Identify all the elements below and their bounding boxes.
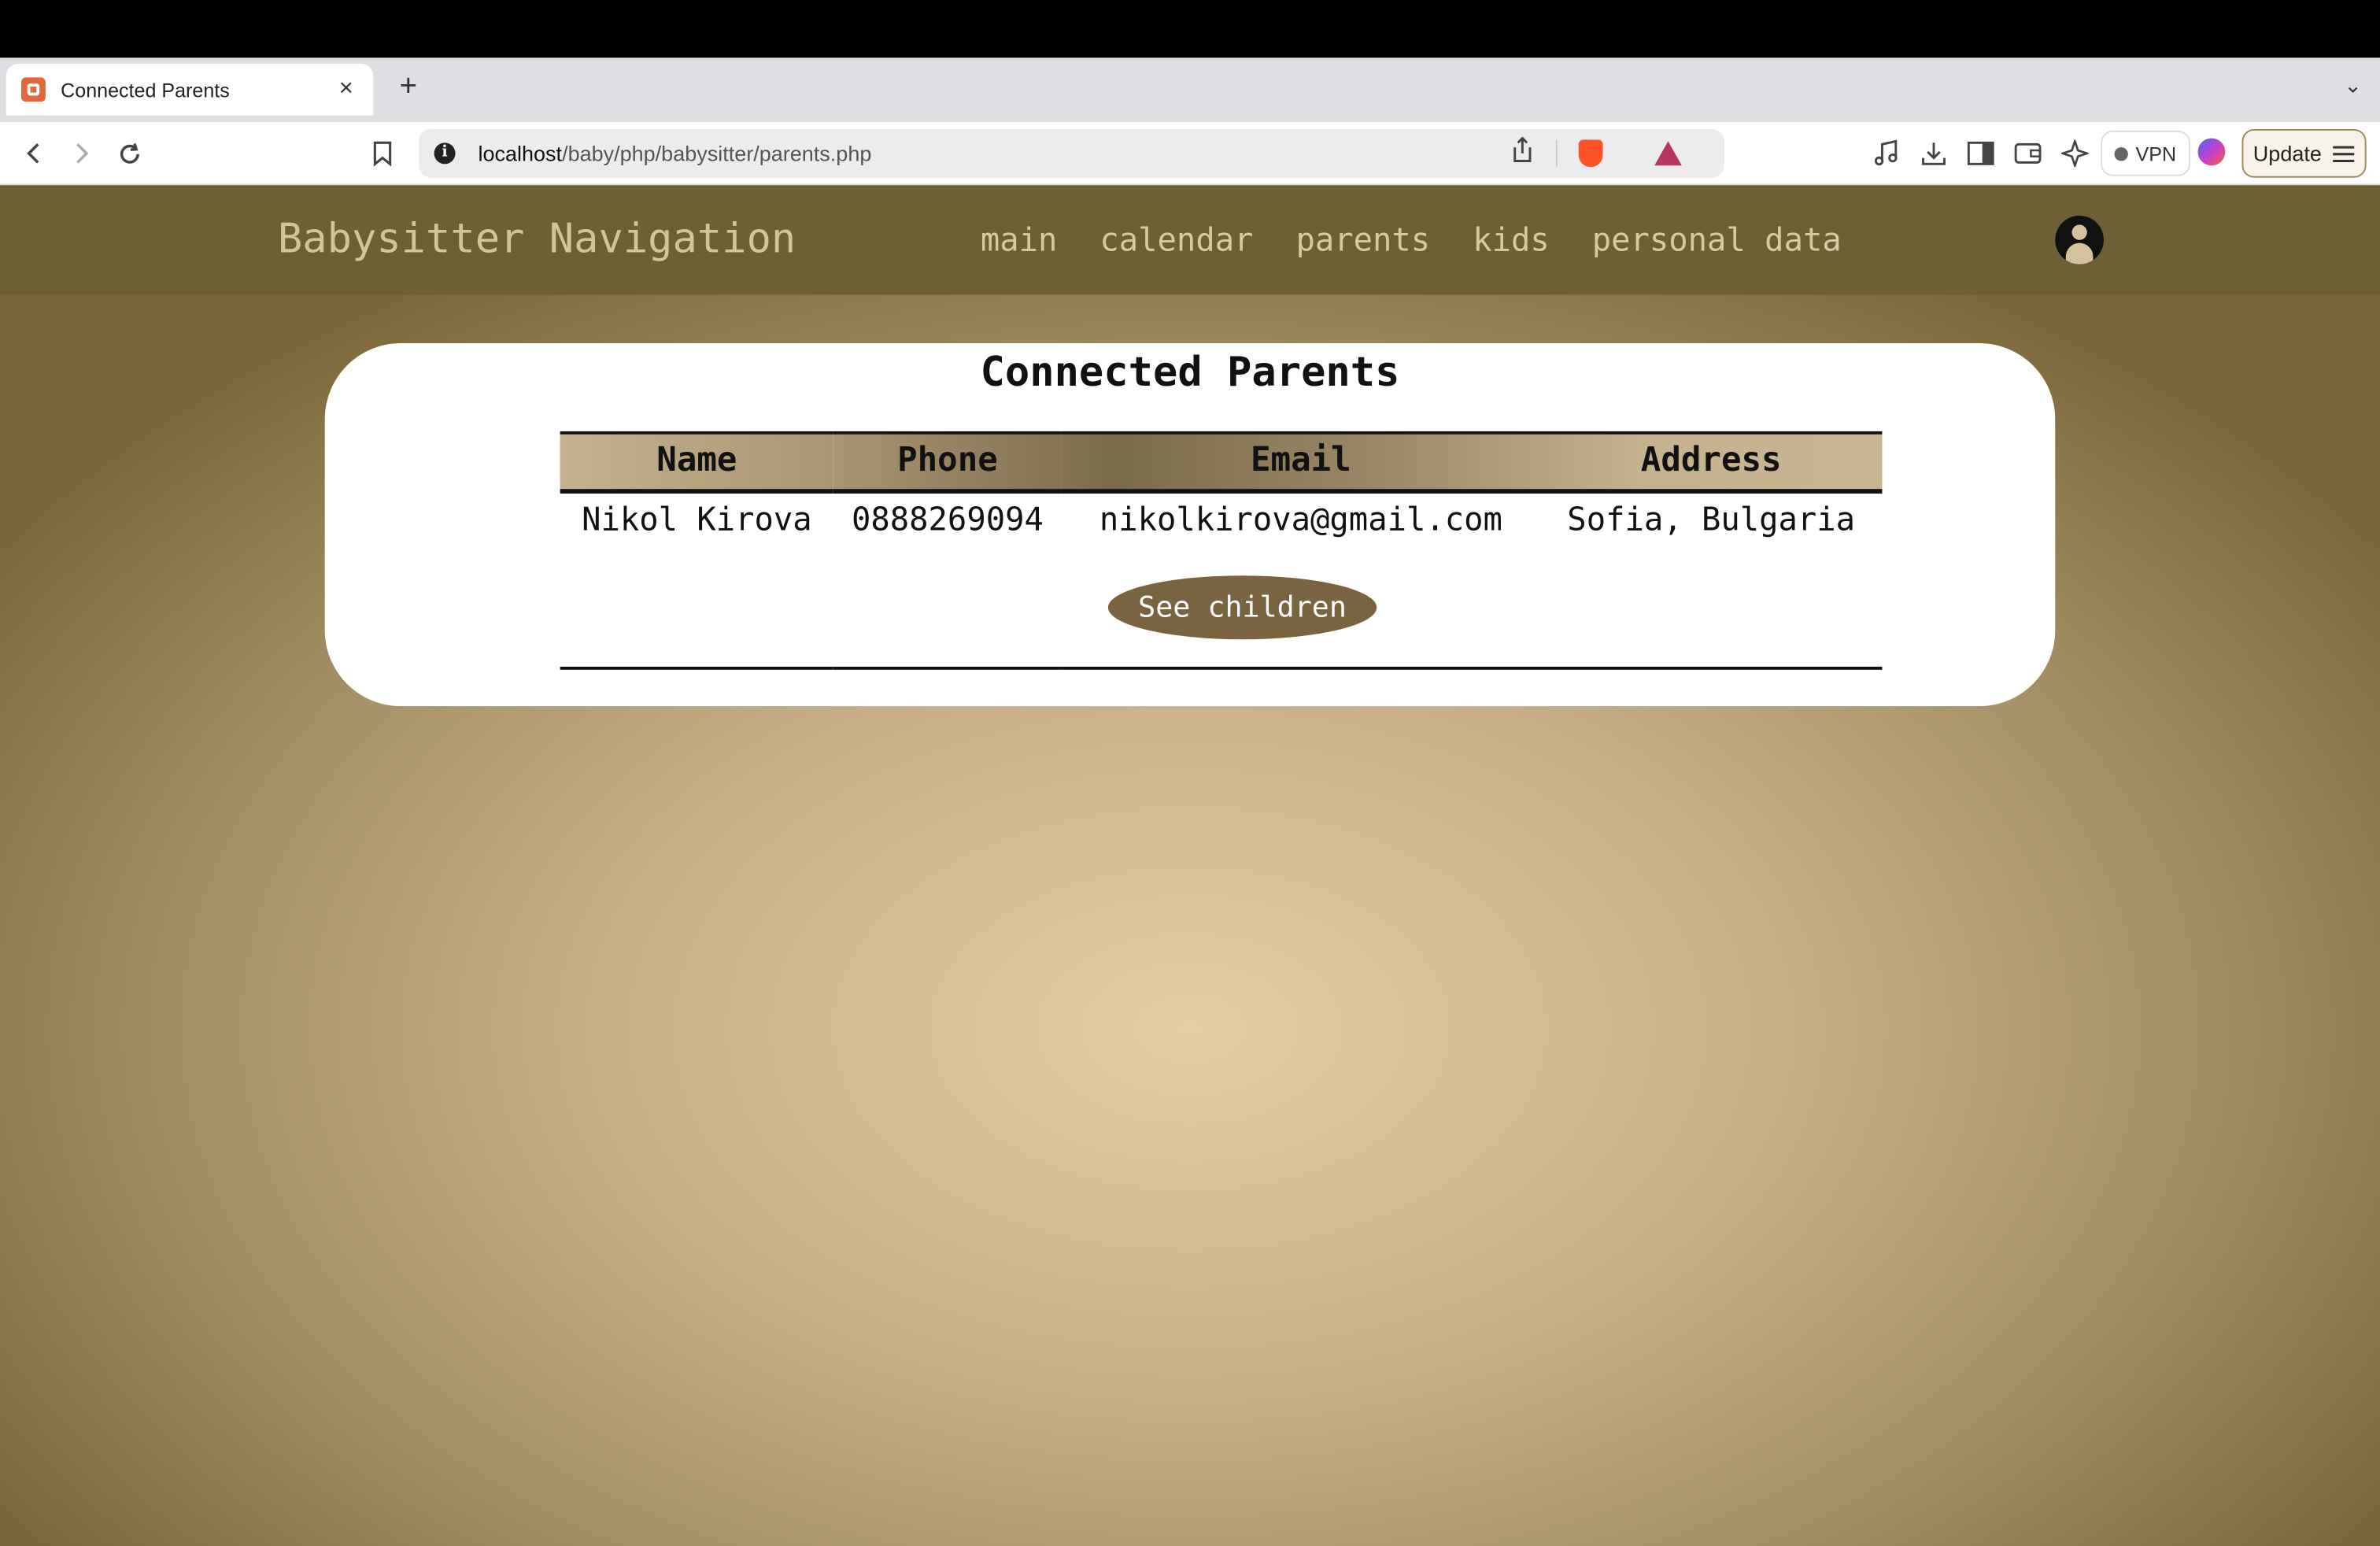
- sidebar-icon[interactable]: [1964, 137, 1998, 170]
- table-header-row: Name Phone Email Address: [560, 432, 1883, 491]
- parent-phone: 0888269094: [852, 501, 1044, 538]
- column-header-name: Name: [656, 442, 737, 481]
- tab-strip: Connected Parents × + ⌄: [0, 57, 2380, 122]
- navbar-brand[interactable]: Babysitter Navigation: [278, 216, 796, 263]
- url-host: localhost: [478, 141, 563, 166]
- avatar-head: [2071, 224, 2087, 240]
- profile-icon[interactable]: [2197, 138, 2226, 166]
- column-header-address: Address: [1640, 442, 1782, 481]
- update-label: Update: [2252, 141, 2322, 166]
- vpn-icon: [2114, 146, 2128, 161]
- chevron-down-icon[interactable]: ⌄: [2344, 73, 2362, 99]
- share-icon[interactable]: [1510, 135, 1535, 171]
- column-header-email: Email: [1250, 442, 1351, 481]
- page-viewport: Babysitter Navigation main calendar pare…: [0, 185, 2380, 1546]
- wallet-icon[interactable]: [2011, 137, 2044, 170]
- nav-link-personal-data[interactable]: personal data: [1592, 222, 1842, 258]
- parent-address: Sofia, Bulgaria: [1567, 501, 1856, 538]
- parents-table: Name Phone Email Address Nikol Kirova 08…: [560, 431, 1883, 670]
- xampp-favicon-icon: [20, 77, 46, 102]
- parent-email: nikolkirova@gmail.com: [1099, 501, 1502, 538]
- divider: [1555, 139, 1558, 168]
- menu-bar: [0, 0, 2380, 58]
- nav-link-parents[interactable]: parents: [1295, 222, 1430, 258]
- table-action-row: See children: [560, 547, 1883, 668]
- see-children-button[interactable]: See children: [1107, 575, 1377, 639]
- site-navbar: Babysitter Navigation main calendar pare…: [0, 185, 2380, 295]
- address-bar-actions: [1510, 135, 1709, 171]
- avatar-body: [2065, 242, 2094, 264]
- parent-name: Nikol Kirova: [582, 501, 812, 538]
- nav-links: main calendar parents kids personal data: [981, 222, 1842, 258]
- menu-icon: [2332, 145, 2354, 162]
- nav-link-main[interactable]: main: [981, 222, 1058, 258]
- action-cell: See children: [560, 547, 1883, 668]
- bookmark-icon[interactable]: [366, 137, 399, 170]
- url-path: /baby/php/babysitter/parents.php: [562, 141, 872, 166]
- vpn-button[interactable]: VPN: [2101, 130, 2190, 176]
- address-bar[interactable]: i localhost/baby/php/babysitter/parents.…: [419, 128, 1724, 178]
- leo-ai-icon[interactable]: [2058, 137, 2091, 170]
- media-icon[interactable]: [1870, 137, 1903, 170]
- reload-icon[interactable]: [113, 137, 146, 170]
- column-header-phone: Phone: [897, 442, 998, 481]
- brave-shields-icon[interactable]: [1578, 139, 1603, 168]
- browser-window: Connected Parents × + ⌄ i localhost/baby…: [0, 0, 2380, 1546]
- parents-card: Connected Parents Name Phone Email Addre…: [324, 343, 2056, 707]
- table-row: Nikol Kirova 0888269094 nikolkirova@gmai…: [560, 490, 1883, 546]
- update-button[interactable]: Update: [2241, 128, 2367, 178]
- nav-link-calendar[interactable]: calendar: [1099, 222, 1253, 258]
- url-text: localhost/baby/php/babysitter/parents.ph…: [478, 141, 871, 165]
- back-icon[interactable]: [18, 137, 51, 170]
- close-icon[interactable]: ×: [334, 76, 358, 103]
- download-icon[interactable]: [1917, 137, 1950, 170]
- new-tab-icon[interactable]: +: [392, 70, 425, 105]
- tab-connected-parents[interactable]: Connected Parents ×: [6, 64, 374, 116]
- brave-rewards-icon[interactable]: [1654, 141, 1682, 166]
- vpn-label: VPN: [2135, 142, 2177, 165]
- forward-icon[interactable]: [64, 137, 97, 170]
- page-title: Connected Parents: [980, 349, 1400, 397]
- site-info-icon[interactable]: i: [434, 142, 456, 165]
- user-account-icon[interactable]: [2055, 215, 2104, 264]
- browser-toolbar: i localhost/baby/php/babysitter/parents.…: [0, 121, 2380, 186]
- nav-link-kids[interactable]: kids: [1473, 222, 1550, 258]
- tab-title: Connected Parents: [61, 78, 230, 102]
